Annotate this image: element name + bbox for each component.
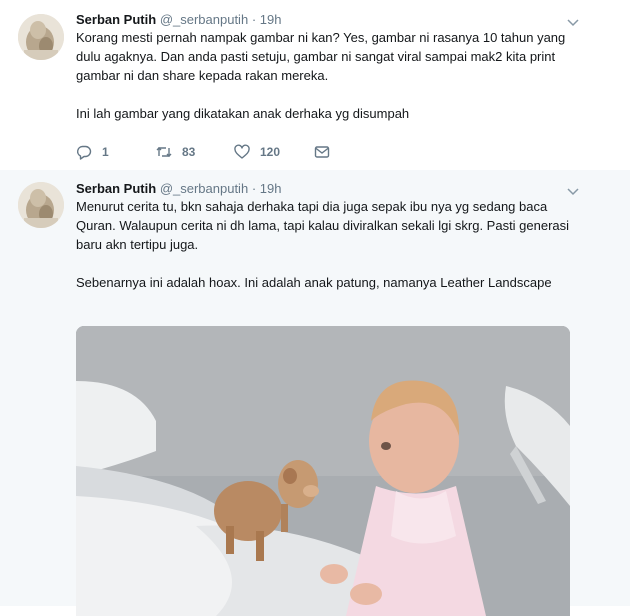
author-name[interactable]: Serban Putih	[76, 181, 156, 196]
tweet-header: Serban Putih @_serbanputih · 19h	[76, 11, 281, 28]
tweet-paragraph: Sebenarnya ini adalah hoax. Ini adalah a…	[76, 275, 552, 290]
tweet-text: Korang mesti pernah nampak gambar ni kan…	[76, 28, 576, 123]
avatar[interactable]	[18, 182, 64, 228]
separator: ·	[251, 181, 257, 196]
retweet-button[interactable]: 83	[156, 143, 195, 161]
tweet[interactable]: Serban Putih @_serbanputih · 19h Korang …	[0, 0, 630, 170]
chevron-down-icon[interactable]	[566, 184, 580, 198]
envelope-icon	[314, 146, 330, 158]
dm-button[interactable]	[314, 143, 340, 161]
like-count: 120	[260, 145, 281, 159]
author-handle[interactable]: @_serbanputih	[160, 181, 248, 196]
reply-count: 1	[102, 145, 109, 159]
retweet-icon	[156, 147, 172, 157]
separator: ·	[251, 12, 257, 27]
reply-icon	[77, 145, 92, 160]
tweet-text: Menurut cerita tu, bkn sahaja derhaka ta…	[76, 197, 576, 292]
author-handle[interactable]: @_serbanputih	[160, 12, 248, 27]
tweet-header: Serban Putih @_serbanputih · 19h	[76, 180, 281, 197]
tweet-paragraph: Menurut cerita tu, bkn sahaja derhaka ta…	[76, 199, 570, 252]
tweet-paragraph: Korang mesti pernah nampak gambar ni kan…	[76, 30, 566, 83]
heart-icon	[234, 144, 250, 159]
tweet[interactable]: Serban Putih @_serbanputih · 19h Menurut…	[0, 170, 630, 616]
avatar[interactable]	[18, 14, 64, 60]
retweet-count: 83	[182, 145, 196, 159]
like-button[interactable]: 120	[234, 143, 280, 161]
timestamp[interactable]: 19h	[260, 12, 282, 27]
reply-button[interactable]: 1	[76, 143, 109, 161]
author-name[interactable]: Serban Putih	[76, 12, 156, 27]
tweet-photo[interactable]	[76, 326, 570, 616]
timestamp[interactable]: 19h	[260, 181, 282, 196]
tweet-paragraph: Ini lah gambar yang dikatakan anak derha…	[76, 106, 410, 121]
chevron-down-icon[interactable]	[566, 15, 580, 29]
